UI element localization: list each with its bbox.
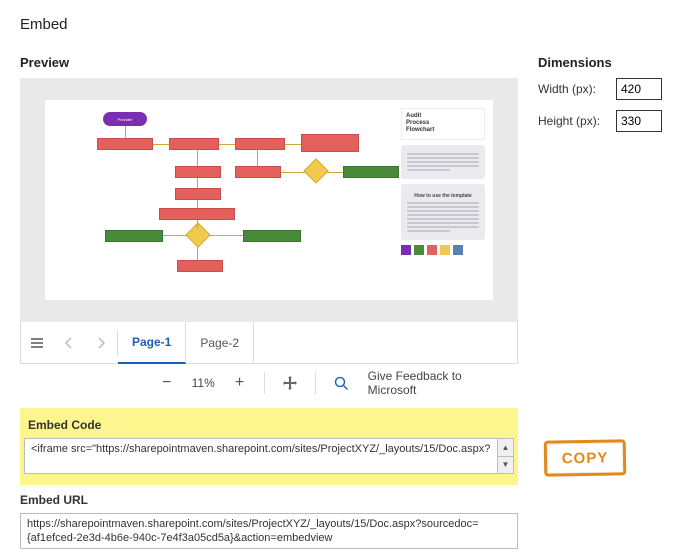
flow-node xyxy=(235,138,285,150)
prev-page-icon[interactable] xyxy=(53,322,85,364)
flow-node xyxy=(175,166,221,178)
zoom-level: 11% xyxy=(188,376,219,390)
diagram-canvas[interactable]: Provider xyxy=(45,100,493,300)
scroll-down-icon[interactable]: ▼ xyxy=(497,457,513,474)
preview-frame: Provider xyxy=(20,78,518,322)
flow-node xyxy=(301,134,359,152)
panel-card xyxy=(401,145,485,179)
embed-code-section: Embed Code ▲ ▼ xyxy=(20,408,518,485)
flow-decision xyxy=(303,158,328,183)
panel-card: How to use the template xyxy=(401,184,485,240)
flow-node xyxy=(97,138,153,150)
panel-title: Audit Process Flowchart xyxy=(401,108,485,140)
tab-page-2[interactable]: Page-2 xyxy=(186,322,254,364)
flow-node xyxy=(343,166,399,178)
viewer-tab-bar: Page-1 Page-2 xyxy=(20,322,518,364)
feedback-link[interactable]: Give Feedback to Microsoft xyxy=(368,369,512,397)
zoom-in-icon[interactable]: + xyxy=(225,368,255,398)
next-page-icon[interactable] xyxy=(85,322,117,364)
embed-code-input[interactable] xyxy=(24,438,514,474)
scroll-up-icon[interactable]: ▲ xyxy=(497,439,513,457)
width-label: Width (px): xyxy=(538,82,610,96)
hamburger-icon[interactable] xyxy=(21,322,53,364)
height-label: Height (px): xyxy=(538,114,610,128)
page-title: Embed xyxy=(20,16,665,33)
diagram-side-panel: Audit Process Flowchart How to use the t… xyxy=(401,108,485,255)
embed-url-label: Embed URL xyxy=(20,493,518,507)
fit-zoom-icon[interactable] xyxy=(326,368,356,398)
viewer-toolbar: − 11% + Give Feedback to Microsoft xyxy=(20,364,518,402)
panel-subtitle: How to use the template xyxy=(407,193,479,199)
zoom-out-icon[interactable]: − xyxy=(152,368,182,398)
height-input[interactable] xyxy=(616,110,662,132)
flow-node xyxy=(169,138,219,150)
flow-node xyxy=(105,230,163,242)
flow-node xyxy=(243,230,301,242)
swatch-row xyxy=(401,245,485,255)
tab-page-1[interactable]: Page-1 xyxy=(118,322,186,364)
width-input[interactable] xyxy=(616,78,662,100)
flow-node-provider: Provider xyxy=(103,112,147,126)
embed-code-label: Embed Code xyxy=(28,418,514,432)
flow-node xyxy=(235,166,281,178)
flow-decision xyxy=(185,222,210,247)
embed-url-input[interactable] xyxy=(20,513,518,549)
flow-node xyxy=(177,260,223,272)
copy-stamp: COPY xyxy=(544,439,627,476)
flow-node xyxy=(175,188,221,200)
embed-url-section: Embed URL xyxy=(20,493,518,552)
preview-heading: Preview xyxy=(20,55,520,70)
pan-icon[interactable] xyxy=(275,368,305,398)
flow-node xyxy=(159,208,235,220)
dimensions-heading: Dimensions xyxy=(538,55,665,70)
